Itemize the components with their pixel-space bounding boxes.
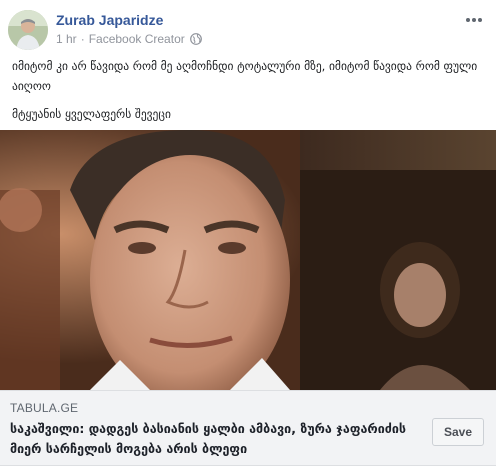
facebook-post: Zurab Japaridze 1 hr · Facebook Creator … xyxy=(0,0,496,466)
link-preview-image[interactable] xyxy=(0,130,496,390)
post-header: Zurab Japaridze 1 hr · Facebook Creator xyxy=(8,8,488,52)
link-domain: TABULA.GE xyxy=(10,401,79,415)
post-meta: 1 hr · Facebook Creator xyxy=(56,32,202,46)
author-name[interactable]: Zurab Japaridze xyxy=(56,12,163,28)
avatar[interactable] xyxy=(8,10,48,50)
post-text-line: მტყუანის ყველაფერს შევეცი xyxy=(12,107,171,121)
save-button[interactable]: Save xyxy=(432,418,484,446)
post-text-line: იმიტომ კი არ წავიდა რომ მე აღმოჩნდი ტოტა… xyxy=(12,59,478,93)
link-title[interactable]: საკაშვილი: დადგეს ბასიანის ყალბი ამბავი,… xyxy=(10,419,420,459)
post-text: იმიტომ კი არ წავიდა რომ მე აღმოჩნდი ტოტა… xyxy=(12,56,484,132)
meta-separator: · xyxy=(80,32,85,46)
link-preview-card[interactable]: TABULA.GE საკაშვილი: დადგეს ბასიანის ყალ… xyxy=(0,390,496,466)
ellipsis-icon[interactable] xyxy=(464,12,484,28)
globe-icon[interactable] xyxy=(189,33,202,45)
author-role: Facebook Creator xyxy=(88,32,185,46)
post-time[interactable]: 1 hr xyxy=(56,32,77,46)
